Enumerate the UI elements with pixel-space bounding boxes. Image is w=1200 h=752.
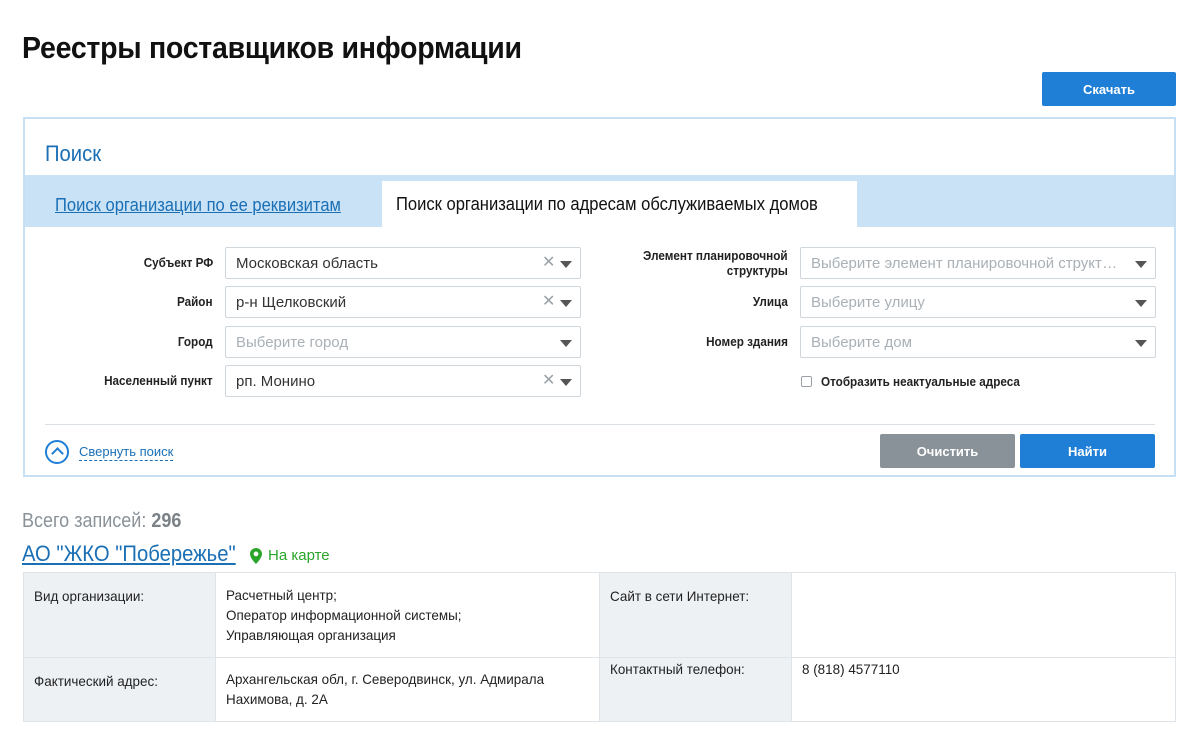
org-name-link[interactable]: АО "ЖКО "Побережье" xyxy=(22,541,236,567)
address-value: Архангельская обл, г. Северодвинск, ул. … xyxy=(214,657,600,722)
building-select[interactable]: Выберите дом xyxy=(800,326,1156,358)
building-label: Номер здания xyxy=(706,334,788,349)
tab-search-by-address[interactable]: Поиск организации по адресам обслуживаем… xyxy=(382,181,857,227)
clear-icon[interactable]: ✕ xyxy=(542,294,556,310)
subject-value: Московская область xyxy=(236,254,378,272)
search-tabs: Поиск организации по ее реквизитам Поиск… xyxy=(25,175,1174,227)
collapse-search[interactable]: Свернуть поиск xyxy=(45,440,174,464)
org-info-table: Вид организации: Расчетный центр; Операт… xyxy=(23,572,1176,722)
street-placeholder: Выберите улицу xyxy=(811,293,925,311)
clear-button[interactable]: Очистить xyxy=(880,434,1015,468)
tab-search-by-address-label: Поиск организации по адресам обслуживаем… xyxy=(396,193,818,214)
building-placeholder: Выберите дом xyxy=(811,333,912,351)
subject-label: Субъект РФ xyxy=(143,255,213,270)
page-title: Реестры поставщиков информации xyxy=(22,30,522,65)
address-label: Фактический адрес: xyxy=(23,657,216,722)
city-label: Город xyxy=(178,334,213,349)
org-type-label: Вид организации: xyxy=(23,572,216,658)
clear-icon[interactable]: ✕ xyxy=(542,255,556,271)
table-row: Фактический адрес: Архангельская обл, г.… xyxy=(23,657,1176,722)
find-button[interactable]: Найти xyxy=(1020,434,1155,468)
phone-value: 8 (818) 4577110 xyxy=(791,657,1176,722)
planning-element-label: Элемент планировочной структуры xyxy=(643,248,788,278)
clear-icon[interactable]: ✕ xyxy=(542,373,556,389)
planning-element-select[interactable]: Выберите элемент планировочной структуры xyxy=(800,247,1156,279)
table-row: Вид организации: Расчетный центр; Операт… xyxy=(23,572,1176,658)
chevron-down-icon[interactable] xyxy=(560,340,572,347)
phone-label: Контактный телефон: xyxy=(598,657,793,722)
chevron-down-icon[interactable] xyxy=(1135,261,1147,268)
download-button[interactable]: Скачать xyxy=(1042,72,1176,106)
district-value: р-н Щелковский xyxy=(236,293,347,311)
on-map-label[interactable]: На карте xyxy=(268,547,330,564)
chevron-down-icon[interactable] xyxy=(1135,340,1147,347)
settlement-select[interactable]: рп. Монино ✕ xyxy=(225,365,581,397)
site-label: Сайт в сети Интернет: xyxy=(598,572,793,658)
on-map-link[interactable]: На карте xyxy=(250,547,330,564)
city-select[interactable]: Выберите город xyxy=(225,326,581,358)
org-type-value: Расчетный центр; Оператор информационной… xyxy=(214,572,600,658)
chevron-down-icon[interactable] xyxy=(560,379,572,386)
collapse-search-label[interactable]: Свернуть поиск xyxy=(79,444,174,461)
district-label: Район xyxy=(177,294,213,309)
total-records-count: 296 xyxy=(151,510,182,532)
show-inactive-label: Отобразить неактуальные адреса xyxy=(821,374,1020,389)
settlement-value: рп. Монино xyxy=(236,372,316,390)
city-placeholder: Выберите город xyxy=(236,333,349,351)
street-label: Улица xyxy=(752,294,788,309)
map-pin-icon xyxy=(250,547,262,564)
total-records: Всего записей: 296 xyxy=(22,510,181,533)
site-value xyxy=(791,572,1176,658)
chevron-down-icon[interactable] xyxy=(1135,300,1147,307)
search-title: Поиск xyxy=(45,141,102,166)
search-panel: Поиск Поиск организации по ее реквизитам… xyxy=(23,117,1176,477)
divider xyxy=(45,424,1155,425)
total-records-label: Всего записей: xyxy=(22,510,147,532)
settlement-label: Населенный пункт xyxy=(104,373,213,388)
subject-select[interactable]: Московская область ✕ xyxy=(225,247,581,279)
show-inactive-row[interactable]: Отобразить неактуальные адреса xyxy=(801,374,1042,389)
show-inactive-checkbox[interactable] xyxy=(801,376,812,387)
planning-element-placeholder: Выберите элемент планировочной структуры xyxy=(811,254,1121,272)
chevron-down-icon[interactable] xyxy=(560,300,572,307)
chevron-up-icon[interactable] xyxy=(45,440,69,464)
district-select[interactable]: р-н Щелковский ✕ xyxy=(225,286,581,318)
street-select[interactable]: Выберите улицу xyxy=(800,286,1156,318)
tab-search-by-details[interactable]: Поиск организации по ее реквизитам xyxy=(55,195,341,216)
chevron-down-icon[interactable] xyxy=(560,261,572,268)
